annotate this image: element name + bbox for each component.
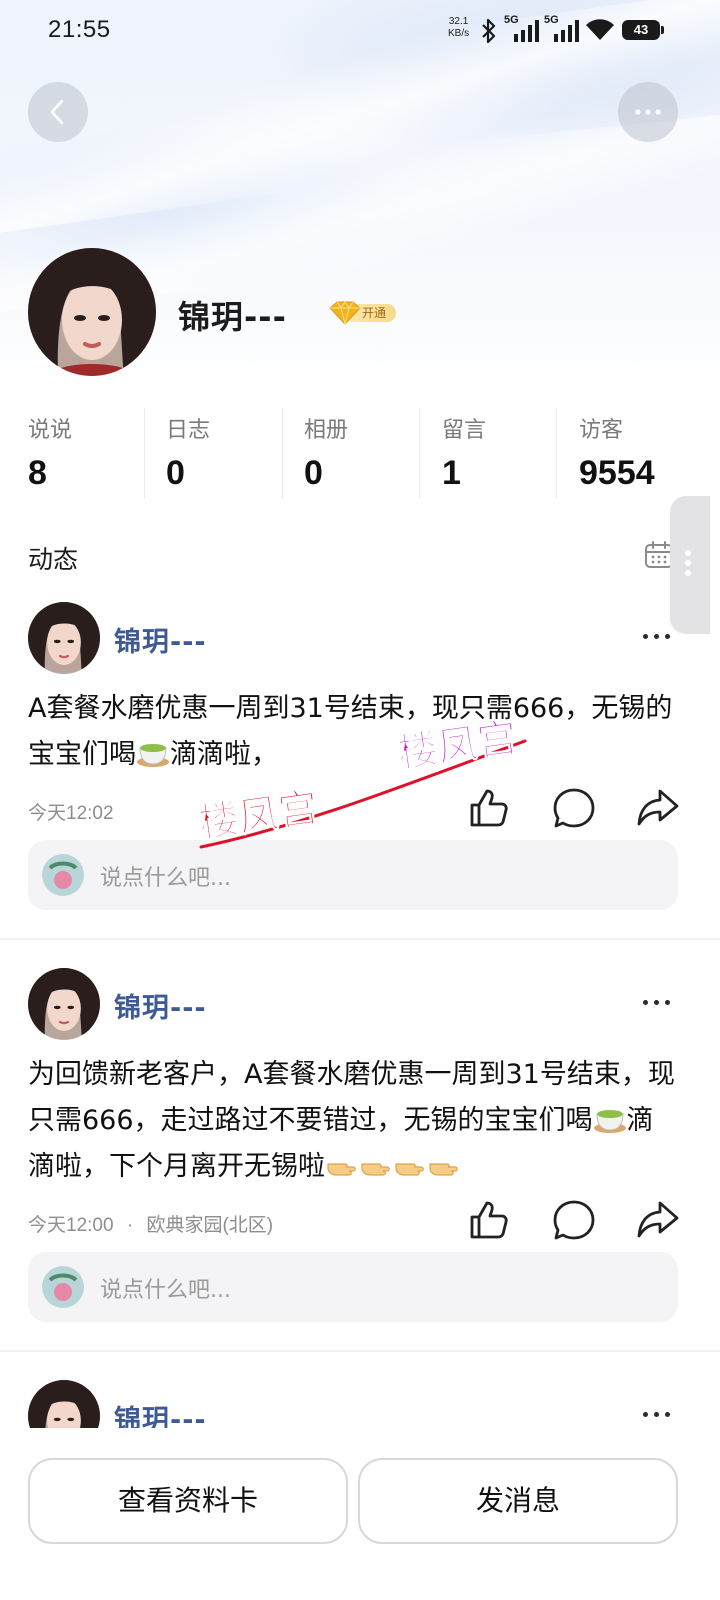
wifi-icon <box>586 19 614 40</box>
post-actions <box>466 1198 682 1242</box>
side-drawer-handle[interactable] <box>670 496 710 634</box>
post-content: 为回馈新老客户，A套餐水磨优惠一周到31号结束，现只需666，走过路过不要错过，… <box>28 1052 676 1190</box>
meta-separator: · <box>126 1215 134 1236</box>
tea-emoji-icon <box>593 1109 626 1133</box>
post-more-icon[interactable] <box>642 998 672 1008</box>
stat-label: 访客 <box>579 418 624 443</box>
stat-label: 日志 <box>166 418 211 443</box>
pointing-hand-emoji-icon <box>429 1162 458 1176</box>
like-icon[interactable] <box>466 786 510 830</box>
pointing-hand-emoji-icon <box>395 1162 424 1176</box>
comment-icon[interactable] <box>552 786 596 830</box>
comment-input[interactable]: 说点什么吧... <box>28 840 678 910</box>
post-timestamp: 今天12:00 <box>28 1215 114 1236</box>
post-author-name[interactable]: 锦玥--- <box>114 620 207 659</box>
tea-emoji-icon <box>137 743 169 767</box>
stat-diary[interactable]: 日志 0 <box>138 404 275 500</box>
post-more-icon[interactable] <box>642 632 672 642</box>
back-button[interactable] <box>28 82 88 142</box>
stat-value: 0 <box>304 454 323 492</box>
profile-name: 锦玥--- <box>178 298 287 336</box>
cellular-signal-1-icon: 5G <box>504 14 540 42</box>
stat-label: 相册 <box>304 418 349 443</box>
profile-page: 21:55 32.1 KB/s 5G 5G 43 锦玥--- 开通 说说 8 日… <box>0 0 720 1600</box>
status-bar: 21:55 32.1 KB/s 5G 5G 43 <box>0 0 720 62</box>
post-author-avatar[interactable] <box>28 968 100 1040</box>
view-profile-card-button[interactable]: 查看资料卡 <box>28 1458 348 1544</box>
stat-value: 0 <box>166 454 185 492</box>
post-actions <box>466 786 682 830</box>
stat-label: 留言 <box>442 418 487 443</box>
bluetooth-icon <box>482 18 496 44</box>
comment-icon[interactable] <box>552 1198 596 1242</box>
post-text: A套餐水磨优惠一周到31号结束，现只需666，无锡的宝宝们喝 <box>28 693 673 770</box>
post-author-name[interactable]: 锦玥--- <box>114 1398 207 1428</box>
post-content: A套餐水磨优惠一周到31号结束，现只需666，无锡的宝宝们喝 滴滴啦， <box>28 686 676 778</box>
comment-input[interactable]: 说点什么吧... <box>28 1252 678 1322</box>
more-dots-icon <box>635 109 661 115</box>
post-location[interactable]: 欧典家园(北区) <box>146 1215 273 1236</box>
network-speed-unit: KB/s <box>448 28 470 39</box>
my-avatar <box>42 1266 84 1308</box>
my-avatar <box>42 854 84 896</box>
watermark-text-red: 楼凤宫 <box>196 785 321 847</box>
post-author-name[interactable]: 锦玥--- <box>114 986 207 1025</box>
stat-value: 9554 <box>579 454 655 492</box>
stat-album[interactable]: 相册 0 <box>276 404 413 500</box>
vip-label: 开通 <box>362 306 387 320</box>
stat-value: 1 <box>442 454 461 492</box>
cellular-signal-2-icon: 5G <box>544 14 580 42</box>
stat-label: 说说 <box>28 418 73 443</box>
feed-post: 锦玥--- <box>0 1380 720 1428</box>
network-speed-value: 32.1 <box>448 16 469 27</box>
post-timestamp: 今天12:02 <box>28 803 114 824</box>
like-icon[interactable] <box>466 1198 510 1242</box>
feed-section-title: 动态 <box>28 545 79 574</box>
pointing-hand-emoji-icon <box>327 1162 356 1176</box>
send-message-button[interactable]: 发消息 <box>358 1458 678 1544</box>
network-speed: 32.1 KB/s <box>448 16 469 40</box>
stat-messages[interactable]: 留言 1 <box>414 404 551 500</box>
bottom-action-bar: 查看资料卡 发消息 <box>0 1428 720 1600</box>
chevron-left-icon <box>50 99 64 125</box>
post-meta: 今天12:00 · 欧典家园(北区) <box>28 1210 273 1237</box>
profile-stats: 说说 8 日志 0 相册 0 留言 1 访客 9554 <box>0 404 720 500</box>
more-options-button[interactable] <box>618 82 678 142</box>
stat-value: 8 <box>28 454 47 492</box>
battery-indicator: 43 <box>622 20 664 40</box>
post-divider <box>0 1350 720 1352</box>
post-author-avatar[interactable] <box>28 602 100 674</box>
stat-visitors[interactable]: 访客 9554 <box>551 404 688 500</box>
post-text: 为回馈新老客户，A套餐水磨优惠一周到31号结束，现只需666，走过路过不要错过，… <box>28 1059 675 1136</box>
post-author-avatar[interactable] <box>28 1380 100 1428</box>
comment-placeholder: 说点什么吧... <box>100 866 231 891</box>
post-divider <box>0 938 720 940</box>
comment-placeholder: 说点什么吧... <box>100 1278 231 1303</box>
status-time: 21:55 <box>48 16 111 43</box>
pointing-hand-emoji-icon <box>361 1162 390 1176</box>
profile-avatar[interactable] <box>28 248 156 376</box>
post-text-continued: 滴滴啦， <box>170 739 278 770</box>
stat-shuoshuo[interactable]: 说说 8 <box>0 404 137 500</box>
diamond-icon <box>329 301 361 325</box>
post-more-icon[interactable] <box>642 1410 672 1420</box>
share-icon[interactable] <box>636 786 680 830</box>
share-icon[interactable] <box>636 1198 680 1242</box>
vip-badge[interactable]: 开通 <box>328 300 396 326</box>
